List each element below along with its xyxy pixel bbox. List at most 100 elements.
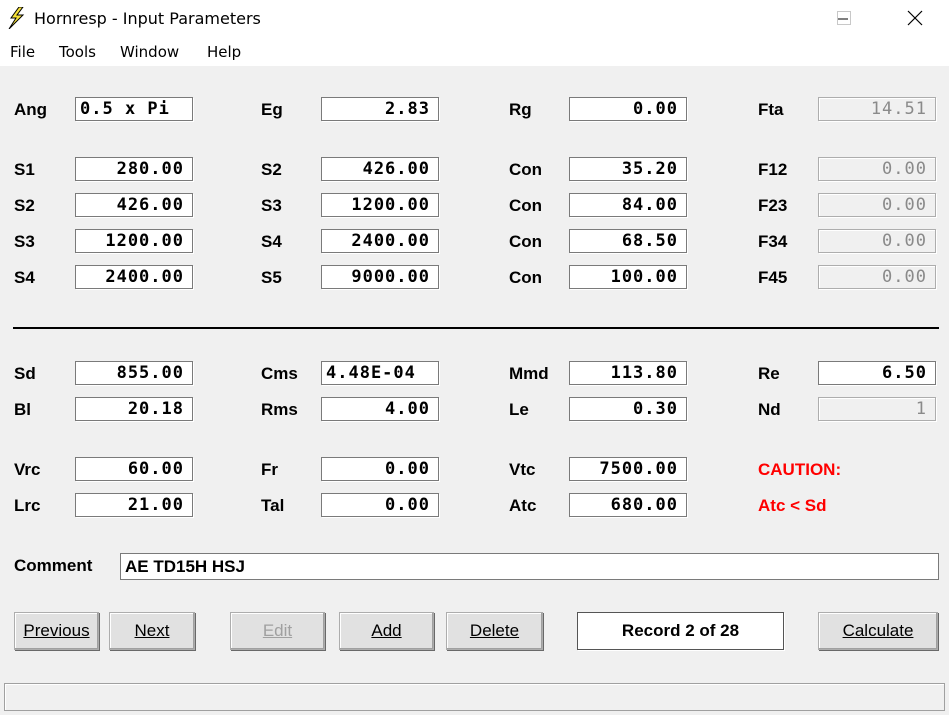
comment-field[interactable]: AE TD15H HSJ — [120, 553, 939, 580]
field-re[interactable]: 6.50 — [818, 361, 936, 385]
label-s3: S3 — [261, 196, 282, 215]
delete-button[interactable]: Delete — [446, 612, 543, 650]
field-s2-row2[interactable]: 426.00 — [75, 193, 193, 217]
label-eg: Eg — [261, 100, 283, 119]
status-bar — [4, 683, 945, 711]
label-f12: F12 — [758, 160, 788, 179]
menu-file[interactable]: File — [10, 43, 35, 61]
edit-button-label: Edit — [262, 621, 293, 640]
field-vrc[interactable]: 60.00 — [75, 457, 193, 481]
label-rg: Rg — [509, 100, 532, 119]
label-lrc: Lrc — [14, 496, 41, 515]
label-con3: Con — [509, 232, 543, 251]
field-con2[interactable]: 84.00 — [569, 193, 687, 217]
field-con4[interactable]: 100.00 — [569, 265, 687, 289]
field-s3[interactable]: 1200.00 — [321, 193, 439, 217]
caution-title: CAUTION: — [758, 460, 842, 479]
field-cms[interactable]: 4.48E-04 — [321, 361, 439, 385]
field-nd: 1 — [818, 397, 936, 421]
label-fr: Fr — [261, 460, 278, 479]
previous-button[interactable]: Previous — [14, 612, 99, 650]
close-button[interactable] — [892, 0, 938, 38]
menu-tools[interactable]: Tools — [59, 43, 96, 61]
label-con1: Con — [509, 160, 543, 179]
label-atc: Atc — [509, 496, 537, 515]
add-button[interactable]: Add — [339, 612, 434, 650]
window-title: Hornresp - Input Parameters — [34, 9, 261, 28]
field-s1[interactable]: 280.00 — [75, 157, 193, 181]
label-con4: Con — [509, 268, 543, 287]
field-eg[interactable]: 2.83 — [321, 97, 439, 121]
maximize-icon — [837, 11, 851, 25]
field-atc[interactable]: 680.00 — [569, 493, 687, 517]
field-f34: 0.00 — [818, 229, 936, 253]
field-s4-row4[interactable]: 2400.00 — [75, 265, 193, 289]
label-s3-row3: S3 — [14, 232, 35, 251]
field-mmd[interactable]: 113.80 — [569, 361, 687, 385]
label-con2: Con — [509, 196, 543, 215]
field-s2[interactable]: 426.00 — [321, 157, 439, 181]
edit-button[interactable]: Edit — [230, 612, 325, 650]
next-button-label: Next — [134, 621, 170, 640]
label-ang: Ang — [14, 100, 48, 119]
label-tal: Tal — [261, 496, 285, 515]
field-s5[interactable]: 9000.00 — [321, 265, 439, 289]
field-f12: 0.00 — [818, 157, 936, 181]
label-vtc: Vtc — [509, 460, 536, 479]
maximize-button[interactable] — [822, 0, 868, 38]
add-button-label: Add — [371, 621, 402, 640]
field-vtc[interactable]: 7500.00 — [569, 457, 687, 481]
lightning-bolt-icon — [8, 7, 25, 29]
field-s4[interactable]: 2400.00 — [321, 229, 439, 253]
field-le[interactable]: 0.30 — [569, 397, 687, 421]
label-s4: S4 — [261, 232, 282, 251]
calculate-button-label: Calculate — [842, 621, 914, 640]
menu-window[interactable]: Window — [120, 43, 179, 61]
label-s1: S1 — [14, 160, 35, 179]
field-bl[interactable]: 20.18 — [75, 397, 193, 421]
calculate-button[interactable]: Calculate — [818, 612, 938, 650]
menu-bar: File Tools Window Help — [0, 38, 949, 66]
field-con3[interactable]: 68.50 — [569, 229, 687, 253]
section-divider — [13, 327, 939, 329]
menu-help[interactable]: Help — [207, 43, 241, 61]
field-lrc[interactable]: 21.00 — [75, 493, 193, 517]
input-parameters-panel: Ang 0.5 x Pi Eg 2.83 Rg 0.00 Fta 14.51 S… — [0, 66, 949, 680]
label-bl: Bl — [14, 400, 31, 419]
label-f34: F34 — [758, 232, 788, 251]
field-f23: 0.00 — [818, 193, 936, 217]
label-vrc: Vrc — [14, 460, 41, 479]
title-bar: Hornresp - Input Parameters — [0, 0, 949, 38]
label-s2-row2: S2 — [14, 196, 35, 215]
close-icon — [907, 10, 923, 26]
next-button[interactable]: Next — [109, 612, 195, 650]
label-s2: S2 — [261, 160, 282, 179]
label-le: Le — [509, 400, 529, 419]
field-fr[interactable]: 0.00 — [321, 457, 439, 481]
field-con1[interactable]: 35.20 — [569, 157, 687, 181]
label-f45: F45 — [758, 268, 788, 287]
field-rms[interactable]: 4.00 — [321, 397, 439, 421]
caution-message: Atc < Sd — [758, 496, 827, 515]
field-fta: 14.51 — [818, 97, 936, 121]
field-sd[interactable]: 855.00 — [75, 361, 193, 385]
label-cms: Cms — [261, 364, 298, 383]
label-re: Re — [758, 364, 780, 383]
field-s3-row3[interactable]: 1200.00 — [75, 229, 193, 253]
label-s5: S5 — [261, 268, 282, 287]
label-nd: Nd — [758, 400, 781, 419]
label-fta: Fta — [758, 100, 784, 119]
field-f45: 0.00 — [818, 265, 936, 289]
record-indicator: Record 2 of 28 — [577, 612, 784, 650]
label-rms: Rms — [261, 400, 298, 419]
label-s4-row4: S4 — [14, 268, 35, 287]
field-rg[interactable]: 0.00 — [569, 97, 687, 121]
previous-button-label: Previous — [23, 621, 90, 640]
label-f23: F23 — [758, 196, 788, 215]
field-tal[interactable]: 0.00 — [321, 493, 439, 517]
label-sd: Sd — [14, 364, 36, 383]
field-ang[interactable]: 0.5 x Pi — [75, 97, 193, 121]
delete-button-label: Delete — [469, 621, 520, 640]
label-mmd: Mmd — [509, 364, 549, 383]
label-comment: Comment — [14, 556, 93, 575]
